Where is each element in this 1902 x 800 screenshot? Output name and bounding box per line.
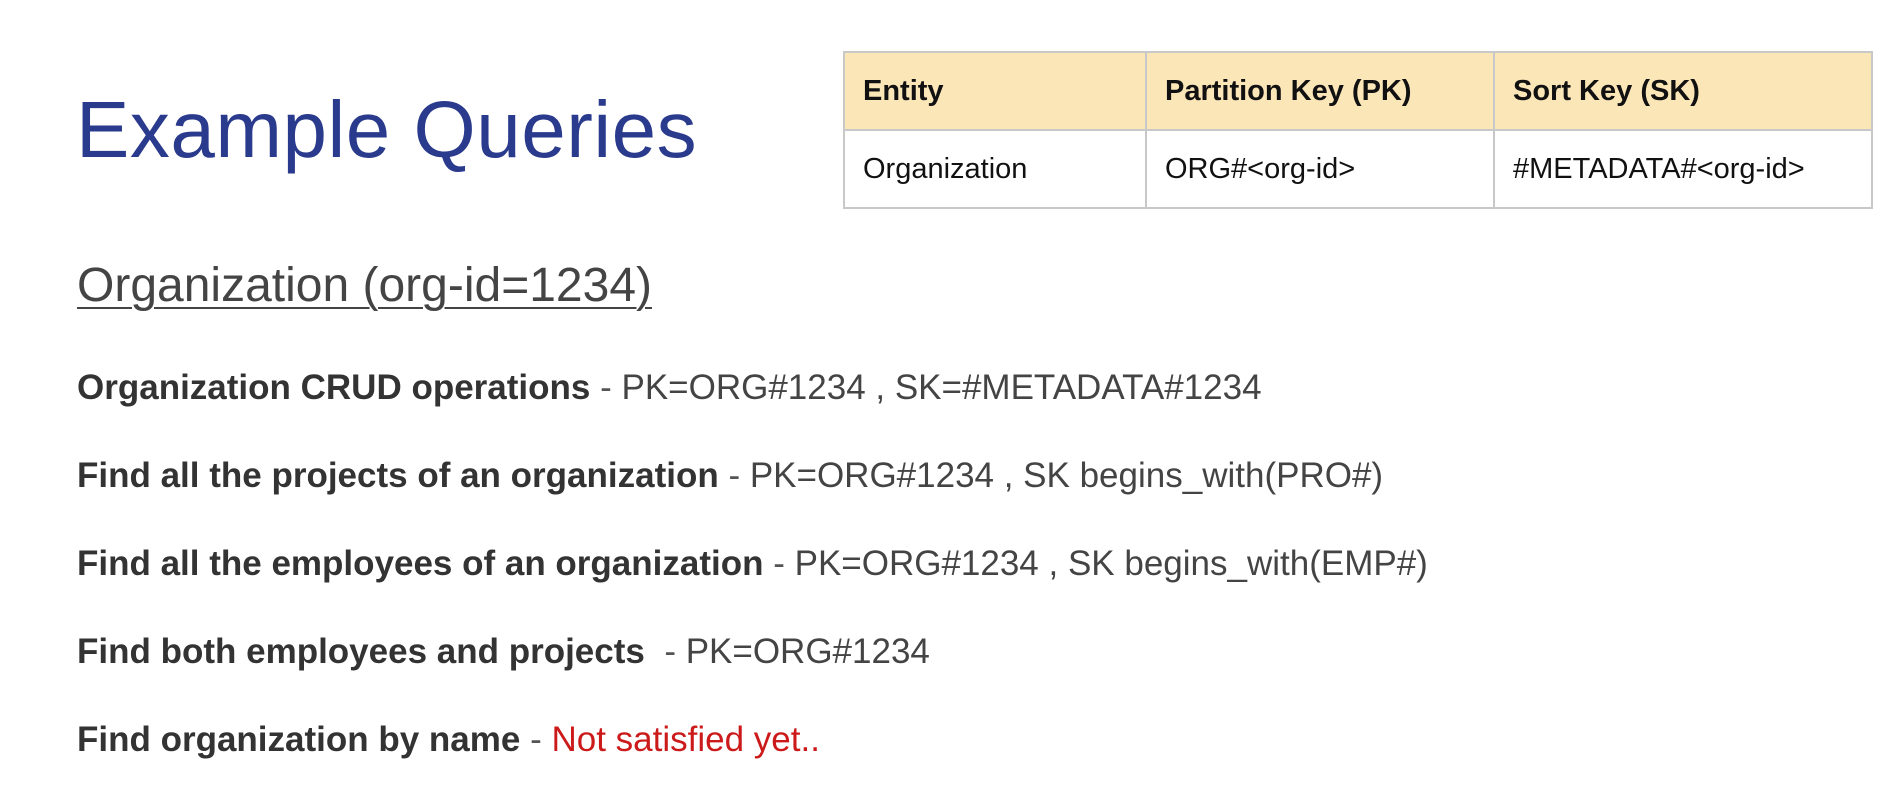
query-detail: PK=ORG#1234 , SK=#METADATA#1234 <box>621 368 1262 407</box>
query-detail-unsatisfied: Not satisfied yet.. <box>551 720 820 759</box>
table-header-sort-key: Sort Key (SK) <box>1493 51 1873 131</box>
section-heading: Organization (org-id=1234) <box>77 259 652 312</box>
query-label: Find all the employees of an organizatio… <box>77 544 764 583</box>
slide: Example Queries Entity Partition Key (PK… <box>0 0 1902 776</box>
query-separator: - <box>644 632 686 671</box>
query-separator: - <box>718 456 750 495</box>
query-item-crud: Organization CRUD operations - PK=ORG#12… <box>77 360 1428 448</box>
query-item-projects: Find all the projects of an organization… <box>77 448 1428 536</box>
table-row: Organization ORG#<org-id> #METADATA#<org… <box>843 129 1873 209</box>
table-cell-partition-key: ORG#<org-id> <box>1145 129 1495 209</box>
slide-title: Example Queries <box>76 85 698 174</box>
query-label: Find both employees and projects <box>77 632 645 671</box>
query-detail: PK=ORG#1234 , SK begins_with(EMP#) <box>794 544 1428 583</box>
query-item-employees: Find all the employees of an organizatio… <box>77 536 1428 624</box>
table-cell-sort-key: #METADATA#<org-id> <box>1493 129 1873 209</box>
table-cell-entity: Organization <box>843 129 1147 209</box>
query-detail: PK=ORG#1234 <box>685 632 930 671</box>
query-separator: - <box>763 544 795 583</box>
query-label: Find organization by name <box>77 720 521 759</box>
query-label: Find all the projects of an organization <box>77 456 719 495</box>
query-separator: - <box>590 368 622 407</box>
query-label: Organization CRUD operations <box>77 368 591 407</box>
query-item-both: Find both employees and projects - PK=OR… <box>77 624 1428 712</box>
table-header-entity: Entity <box>843 51 1147 131</box>
table-header-row: Entity Partition Key (PK) Sort Key (SK) <box>843 51 1873 131</box>
key-schema-table: Entity Partition Key (PK) Sort Key (SK) … <box>843 51 1873 209</box>
query-detail: PK=ORG#1234 , SK begins_with(PRO#) <box>749 456 1384 495</box>
query-list: Organization CRUD operations - PK=ORG#12… <box>77 360 1428 800</box>
query-separator: - <box>520 720 552 759</box>
query-item-by-name: Find organization by name - Not satisfie… <box>77 712 1428 800</box>
table-header-partition-key: Partition Key (PK) <box>1145 51 1495 131</box>
